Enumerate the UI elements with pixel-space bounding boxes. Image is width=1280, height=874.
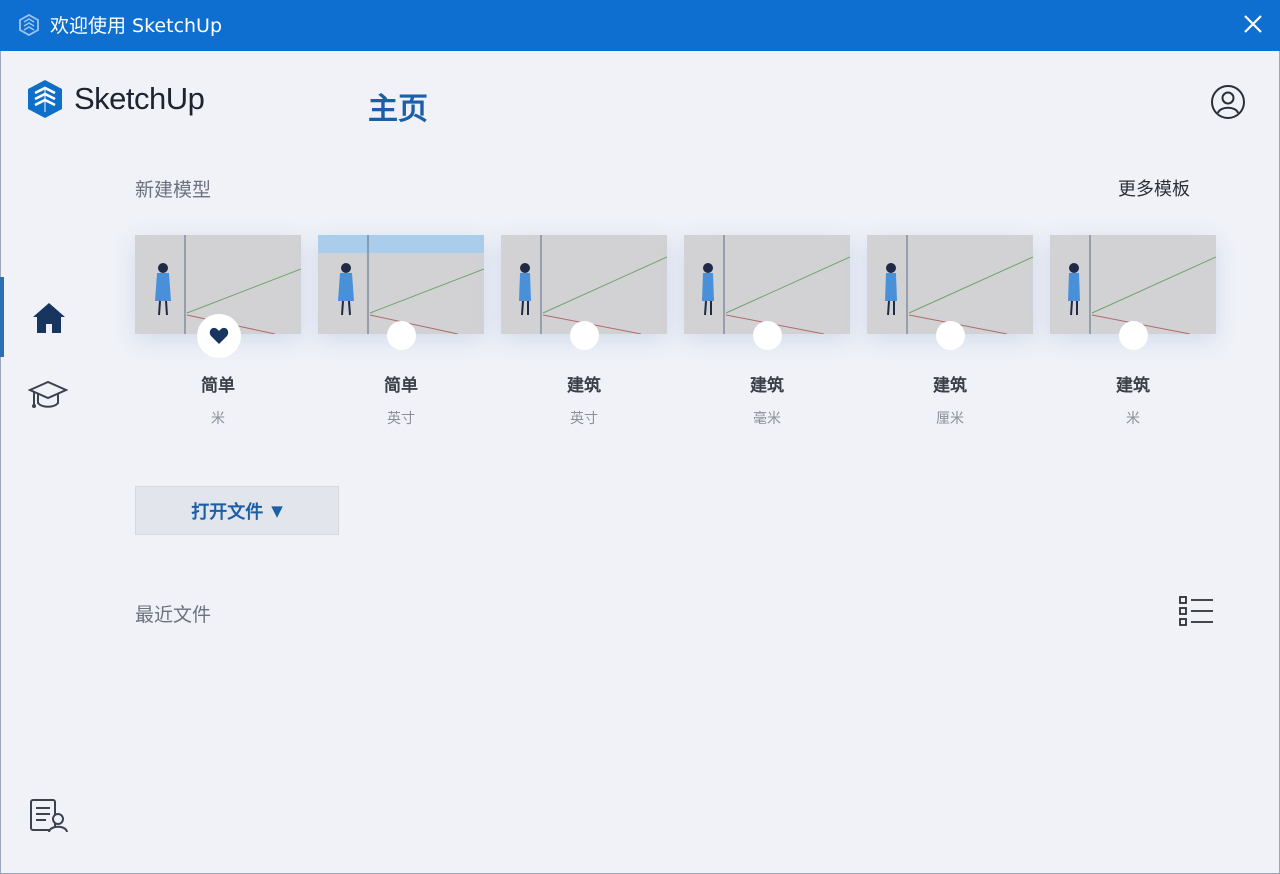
template-name: 简单 xyxy=(201,376,235,396)
template-preview-scene xyxy=(1068,235,1216,334)
open-file-label: 打开文件 xyxy=(191,501,264,523)
recent-files-label: 最近文件 xyxy=(135,604,212,626)
logo-text: SketchUp xyxy=(74,81,205,116)
template-card[interactable]: 建筑 厘米 xyxy=(867,235,1033,427)
template-unit: 厘米 xyxy=(936,411,964,427)
favorite-toggle-icon[interactable] xyxy=(570,321,599,350)
sketchup-logo: SketchUp xyxy=(26,79,205,119)
template-unit: 英寸 xyxy=(570,411,598,427)
user-account-icon[interactable] xyxy=(1210,84,1246,120)
home-icon[interactable] xyxy=(30,300,68,336)
template-preview-scene xyxy=(318,235,484,334)
template-thumbnail xyxy=(501,235,667,334)
template-thumbnail xyxy=(867,235,1033,334)
favorite-toggle-icon[interactable] xyxy=(936,321,965,350)
favorite-toggle-icon[interactable] xyxy=(753,321,782,350)
favorite-heart-icon[interactable] xyxy=(197,314,241,358)
template-card[interactable]: 简单 英寸 xyxy=(318,235,484,427)
template-thumbnail xyxy=(318,235,484,334)
favorite-toggle-icon[interactable] xyxy=(1119,321,1148,350)
template-unit: 英寸 xyxy=(387,411,415,427)
window-title: 欢迎使用 SketchUp xyxy=(50,15,223,37)
favorite-toggle-icon[interactable] xyxy=(387,321,416,350)
nav-active-indicator xyxy=(0,277,4,357)
template-name: 简单 xyxy=(384,376,418,396)
more-templates-link[interactable]: 更多模板 xyxy=(1118,175,1190,201)
new-model-label: 新建模型 xyxy=(135,179,212,201)
template-unit: 米 xyxy=(1126,411,1140,427)
title-bar: 欢迎使用 SketchUp xyxy=(0,0,1280,51)
template-name: 建筑 xyxy=(567,376,601,396)
template-thumbnail xyxy=(684,235,850,334)
list-view-icon[interactable] xyxy=(1178,594,1214,628)
document-user-icon[interactable] xyxy=(28,797,68,835)
template-card[interactable]: 建筑 英寸 xyxy=(501,235,667,427)
template-unit: 毫米 xyxy=(753,411,781,427)
sketchup-app-icon xyxy=(19,14,39,36)
close-icon[interactable] xyxy=(1240,11,1266,37)
template-thumbnail xyxy=(1050,235,1216,334)
template-preview-scene xyxy=(519,235,667,334)
template-card[interactable]: 简单米 xyxy=(135,235,301,427)
dropdown-caret-icon: ▼ xyxy=(271,501,283,520)
template-preview-scene xyxy=(702,235,850,334)
page-title: 主页 xyxy=(368,92,428,127)
template-name: 建筑 xyxy=(933,376,967,396)
template-preview-scene xyxy=(885,235,1033,334)
template-card[interactable]: 建筑 毫米 xyxy=(684,235,850,427)
graduation-cap-icon[interactable] xyxy=(28,378,68,412)
template-name: 建筑 xyxy=(1116,376,1150,396)
template-name: 建筑 xyxy=(750,376,784,396)
template-card[interactable]: 建筑米 xyxy=(1050,235,1216,427)
sketchup-logo-icon xyxy=(28,80,62,118)
template-unit: 米 xyxy=(211,411,225,427)
open-file-button[interactable]: 打开文件 ▼ xyxy=(135,486,339,535)
